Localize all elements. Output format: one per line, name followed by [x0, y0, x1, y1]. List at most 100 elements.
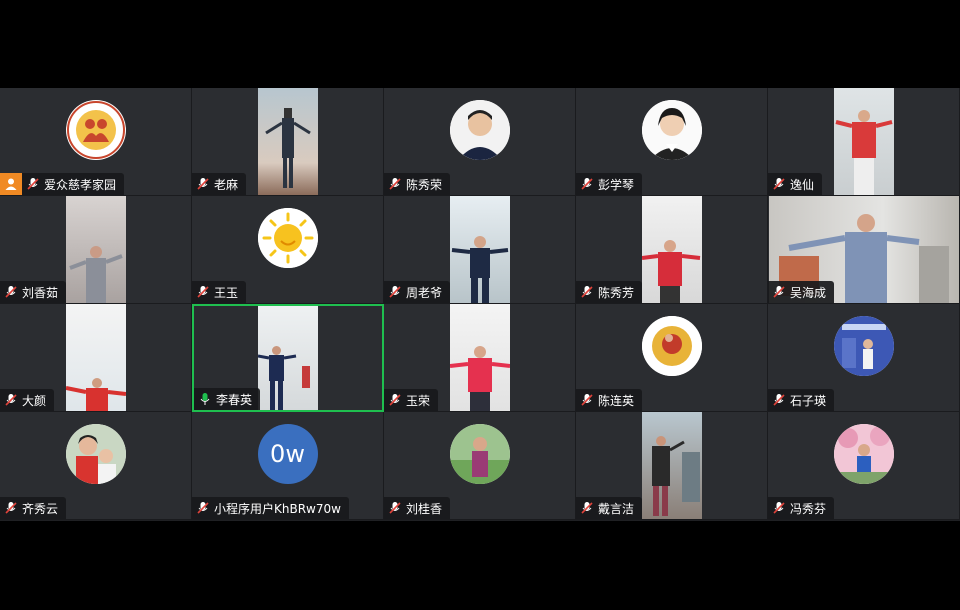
participant-name: 石子瑛 — [790, 393, 827, 408]
mic-muted-icon — [389, 502, 401, 514]
mic-muted-icon — [389, 178, 401, 190]
participant-name: 彭学琴 — [598, 177, 635, 192]
mic-muted-icon — [197, 286, 209, 298]
video-feed — [258, 306, 318, 410]
name-tag: 玉荣 — [384, 389, 439, 411]
participant-name: 刘桂香 — [406, 501, 443, 516]
participant-tile[interactable]: 彭学琴 — [576, 88, 768, 196]
video-feed — [65, 196, 126, 303]
mic-muted-icon — [5, 394, 17, 406]
avatar-photo — [449, 100, 510, 160]
video-feed — [449, 304, 510, 411]
name-tag: 王玉 — [192, 281, 247, 303]
mic-muted-icon — [197, 502, 209, 514]
avatar-photo — [65, 424, 126, 484]
participant-tile[interactable]: 刘桂香 — [384, 412, 576, 520]
participant-name: 小程序用户KhBRw70w — [214, 501, 341, 516]
participant-name: 齐秀云 — [22, 501, 59, 516]
meeting-window: { "meeting": { "participants": [ {"name"… — [0, 0, 960, 610]
name-tag: 彭学琴 — [576, 173, 643, 195]
mic-muted-icon — [581, 286, 593, 298]
participant-tile[interactable]: 陈秀荣 — [384, 88, 576, 196]
mic-on-icon — [200, 393, 210, 405]
host-icon — [0, 173, 22, 195]
video-feed — [257, 88, 318, 195]
name-tag: 石子瑛 — [768, 389, 835, 411]
mic-muted-icon — [773, 394, 785, 406]
name-tag: 李春英 — [194, 388, 261, 410]
participant-tile[interactable]: 刘香茹 — [0, 196, 192, 304]
participant-tile[interactable]: 逸仙 — [768, 88, 960, 196]
video-feed — [65, 304, 126, 411]
avatar-photo — [641, 100, 702, 160]
participant-tile[interactable]: 戴言洁 — [576, 412, 768, 520]
name-tag: 刘香茹 — [0, 281, 67, 303]
participant-name: 逸仙 — [790, 177, 815, 192]
mic-muted-icon — [581, 394, 593, 406]
participant-name: 周老爷 — [406, 285, 443, 300]
participant-name: 老麻 — [214, 177, 239, 192]
participant-name: 玉荣 — [406, 393, 431, 408]
logo-avatar — [65, 100, 126, 160]
participant-name: 爱众慈孝家园 — [44, 177, 117, 192]
avatar-photo — [833, 316, 894, 376]
video-feed — [641, 196, 702, 303]
mic-muted-icon — [389, 394, 401, 406]
participant-name: 陈秀芳 — [598, 285, 635, 300]
name-tag: 陈连英 — [576, 389, 643, 411]
mic-muted-icon — [581, 178, 593, 190]
name-tag: 爱众慈孝家园 — [22, 173, 125, 195]
name-tag: 齐秀云 — [0, 497, 67, 519]
participant-grid: 爱众慈孝家园 老麻 陈秀荣 彭学琴 逸仙 刘香茹 王玉 周老爷 陈秀芳 吴海成 … — [0, 88, 960, 521]
participant-name: 李春英 — [216, 392, 253, 407]
participant-tile[interactable]: 陈秀芳 — [576, 196, 768, 304]
mic-muted-icon — [5, 286, 17, 298]
mic-muted-icon — [27, 178, 39, 190]
name-tag: 吴海成 — [768, 281, 835, 303]
name-tag: 戴言洁 — [576, 497, 643, 519]
participant-tile[interactable]: 冯秀芬 — [768, 412, 960, 520]
participant-tile[interactable]: 大颜 — [0, 304, 192, 412]
participant-tile[interactable]: 王玉 — [192, 196, 384, 304]
participant-tile[interactable]: 石子瑛 — [768, 304, 960, 412]
participant-name: 冯秀芬 — [790, 501, 827, 516]
participant-tile[interactable]: 玉荣 — [384, 304, 576, 412]
sun-avatar — [257, 208, 318, 268]
name-tag: 老麻 — [192, 173, 247, 195]
avatar-photo — [641, 316, 702, 376]
participant-name: 戴言洁 — [598, 501, 635, 516]
name-tag: 逸仙 — [768, 173, 823, 195]
name-tag: 陈秀荣 — [384, 173, 451, 195]
mic-muted-icon — [773, 502, 785, 514]
participant-tile[interactable]: 吴海成 — [768, 196, 960, 304]
participant-name: 陈连英 — [598, 393, 635, 408]
mic-muted-icon — [773, 178, 785, 190]
participant-name: 吴海成 — [790, 285, 827, 300]
video-feed — [641, 412, 702, 519]
mic-muted-icon — [197, 178, 209, 190]
name-tag: 冯秀芬 — [768, 497, 835, 519]
participant-name: 刘香茹 — [22, 285, 59, 300]
participant-name: 大颜 — [22, 393, 47, 408]
participant-tile[interactable]: 爱众慈孝家园 — [0, 88, 192, 196]
name-tag: 陈秀芳 — [576, 281, 643, 303]
name-tag: 周老爷 — [384, 281, 451, 303]
participant-tile[interactable]: 陈连英 — [576, 304, 768, 412]
video-feed — [833, 88, 894, 195]
video-feed — [449, 196, 510, 303]
name-tag: 刘桂香 — [384, 497, 451, 519]
mic-muted-icon — [389, 286, 401, 298]
participant-tile[interactable]: 老麻 — [192, 88, 384, 196]
participant-tile-active-speaker[interactable]: 李春英 — [192, 304, 384, 412]
name-tag: 小程序用户KhBRw70w — [192, 497, 349, 519]
name-tag: 大颜 — [0, 389, 55, 411]
participant-name: 王玉 — [214, 285, 239, 300]
initials-avatar: 0w — [257, 424, 318, 484]
mic-muted-icon — [5, 502, 17, 514]
mic-muted-icon — [581, 502, 593, 514]
participant-tile[interactable]: 0w 小程序用户KhBRw70w — [192, 412, 384, 520]
participant-tile[interactable]: 齐秀云 — [0, 412, 192, 520]
avatar-photo — [833, 424, 894, 484]
mic-muted-icon — [773, 286, 785, 298]
participant-tile[interactable]: 周老爷 — [384, 196, 576, 304]
